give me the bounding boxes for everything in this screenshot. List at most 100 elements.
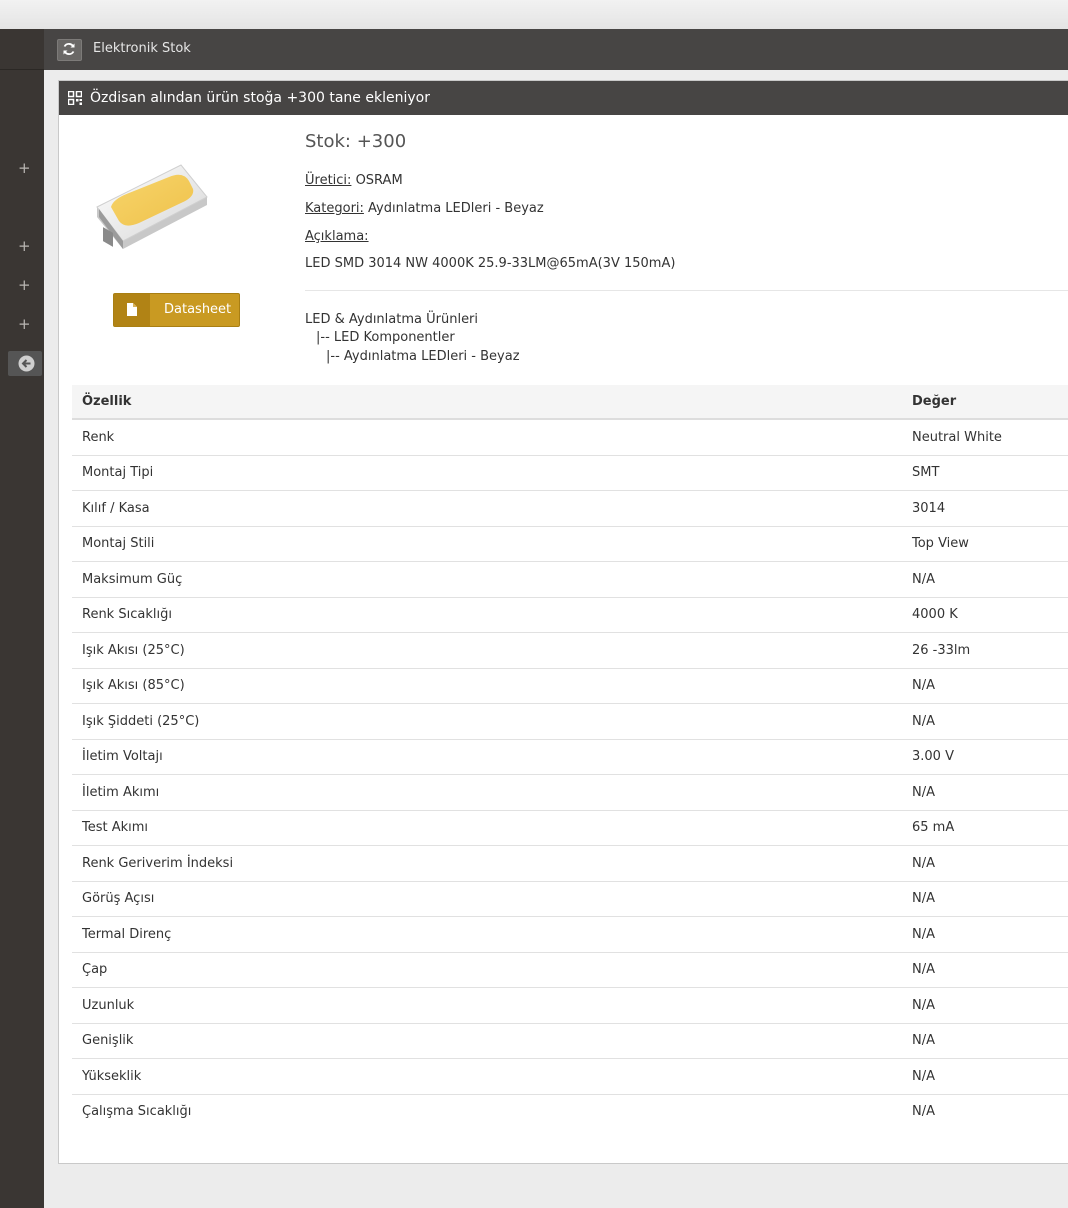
spec-value: SMT [902, 455, 1068, 491]
panel-title: Özdisan alından ürün stoğa +300 tane ekl… [90, 90, 430, 106]
table-row: Montaj Tipi SMT [72, 455, 1068, 491]
spec-property: Montaj Stili [72, 526, 902, 562]
description-value: LED SMD 3014 NW 4000K 25.9-33LM@65mA(3V … [305, 256, 676, 271]
table-row: Kılıf / Kasa 3014 [72, 490, 1068, 527]
table-row: Termal Direnç N/A [72, 916, 1068, 953]
spec-property: İletim Akımı [72, 774, 902, 811]
top-navbar: Elektronik Stok [44, 29, 1068, 70]
manufacturer-label: Üretici: [305, 173, 352, 188]
datasheet-icon-box [114, 294, 150, 326]
table-row: Çalışma Sıcaklığı N/A [72, 1094, 1068, 1129]
info-divider [305, 290, 1068, 291]
datasheet-button[interactable]: Datasheet [113, 293, 240, 327]
product-image [96, 164, 208, 249]
sidebar-divider [0, 69, 44, 70]
spec-property: Montaj Tipi [72, 455, 902, 491]
spec-property: Işık Akısı (25°C) [72, 632, 902, 669]
manufacturer-value: OSRAM [355, 173, 403, 188]
spec-value: 3.00 V [902, 739, 1068, 775]
spec-value: 26 -33lm [902, 632, 1068, 669]
table-row: Renk Neutral White [72, 419, 1068, 456]
panel-header: Özdisan alından ürün stoğa +300 tane ekl… [59, 81, 1068, 115]
category-value: Aydınlatma LEDleri - Beyaz [368, 201, 544, 216]
spec-value: 4000 K [902, 597, 1068, 633]
spec-property: Renk Geriverim İndeksi [72, 845, 902, 882]
refresh-button[interactable] [57, 39, 82, 61]
product-panel: Özdisan alından ürün stoğa +300 tane ekl… [58, 80, 1068, 1164]
table-row: Renk Geriverim İndeksi N/A [72, 845, 1068, 882]
table-row: İletim Voltajı 3.00 V [72, 739, 1068, 775]
table-row: Test Akımı 65 mA [72, 810, 1068, 846]
spec-value: N/A [902, 668, 1068, 704]
table-row: Genişlik N/A [72, 1023, 1068, 1059]
spec-value: 65 mA [902, 810, 1068, 846]
category-row: Kategori: Aydınlatma LEDleri - Beyaz [305, 201, 544, 216]
table-row: Işık Akısı (25°C) 26 -33lm [72, 632, 1068, 669]
spec-property: Işık Akısı (85°C) [72, 668, 902, 704]
table-row: İletim Akımı N/A [72, 774, 1068, 811]
spec-property: Çalışma Sıcaklığı [82, 1104, 192, 1120]
category-label: Kategori: [305, 201, 364, 216]
spec-value: N/A [902, 987, 1068, 1024]
table-row: Işık Akısı (85°C) N/A [72, 668, 1068, 704]
header-value: Değer [902, 385, 1068, 420]
spec-value: N/A [902, 774, 1068, 811]
sidebar-expand-item-3[interactable]: + [18, 275, 40, 295]
browser-top-strip [0, 0, 1068, 29]
spec-value: N/A [902, 703, 1068, 740]
refresh-icon [63, 43, 75, 55]
category-tree-level-3: |-- Aydınlatma LEDleri - Beyaz [326, 349, 520, 364]
sidebar-expand-item-4[interactable]: + [18, 314, 40, 334]
spec-table: Özellik Değer Renk Neutral White Montaj Ti… [72, 385, 1068, 1129]
spec-property: Kılıf / Kasa [72, 490, 902, 527]
spec-value: N/A [902, 1023, 1068, 1059]
table-row: Maksimum Güç N/A [72, 561, 1068, 598]
table-row: Çap N/A [72, 952, 1068, 988]
spec-value: N/A [902, 561, 1068, 598]
datasheet-label: Datasheet [164, 302, 232, 317]
spec-property: Yükseklik [72, 1058, 902, 1095]
spec-property: Uzunluk [72, 987, 902, 1024]
spec-property: Termal Direnç [72, 916, 902, 953]
spec-property: İletim Voltajı [72, 739, 902, 775]
spec-property: Görüş Açısı [72, 881, 902, 917]
arrow-left-circle-icon [18, 355, 35, 372]
spec-table-header: Özellik Değer [72, 385, 1068, 420]
spec-value: N/A [902, 952, 1068, 988]
table-row: Renk Sıcaklığı 4000 K [72, 597, 1068, 633]
spec-value: N/A [902, 845, 1068, 882]
spec-property: Renk [72, 419, 902, 456]
sidebar-collapse-button[interactable] [8, 351, 42, 376]
spec-value: N/A [902, 916, 1068, 953]
spec-value: N/A [912, 1104, 935, 1120]
spec-value: Top View [902, 526, 1068, 562]
file-icon [127, 303, 137, 316]
spec-property: Renk Sıcaklığı [72, 597, 902, 633]
spec-property: Genişlik [72, 1023, 902, 1059]
description-label: Açıklama: [305, 229, 369, 244]
spec-value: Neutral White [902, 419, 1068, 456]
manufacturer-row: Üretici: OSRAM [305, 173, 403, 188]
category-tree-level-2: |-- LED Komponentler [316, 330, 455, 345]
table-row: Yükseklik N/A [72, 1058, 1068, 1095]
header-property: Özellik [72, 385, 902, 420]
spec-property: Test Akımı [72, 810, 902, 846]
spec-property: Çap [72, 952, 902, 988]
description-label-row: Açıklama: [305, 229, 369, 244]
sidebar-expand-item-2[interactable]: + [18, 236, 40, 256]
table-row: Görüş Açısı N/A [72, 881, 1068, 917]
qrcode-icon [68, 91, 82, 105]
sidebar-expand-item-1[interactable]: + [18, 158, 40, 178]
table-row: Montaj Stili Top View [72, 526, 1068, 562]
spec-value: N/A [902, 881, 1068, 917]
spec-property: Maksimum Güç [72, 561, 902, 598]
category-tree-level-1: LED & Aydınlatma Ürünleri [305, 312, 479, 327]
stock-title: Stok: +300 [305, 131, 407, 152]
spec-property: Işık Şiddeti (25°C) [72, 703, 902, 740]
app-title[interactable]: Elektronik Stok [93, 41, 191, 56]
table-row: Işık Şiddeti (25°C) N/A [72, 703, 1068, 740]
spec-value: N/A [902, 1058, 1068, 1095]
spec-value: 3014 [902, 490, 1068, 527]
sidebar: + + + + [0, 29, 44, 1208]
table-row: Uzunluk N/A [72, 987, 1068, 1024]
